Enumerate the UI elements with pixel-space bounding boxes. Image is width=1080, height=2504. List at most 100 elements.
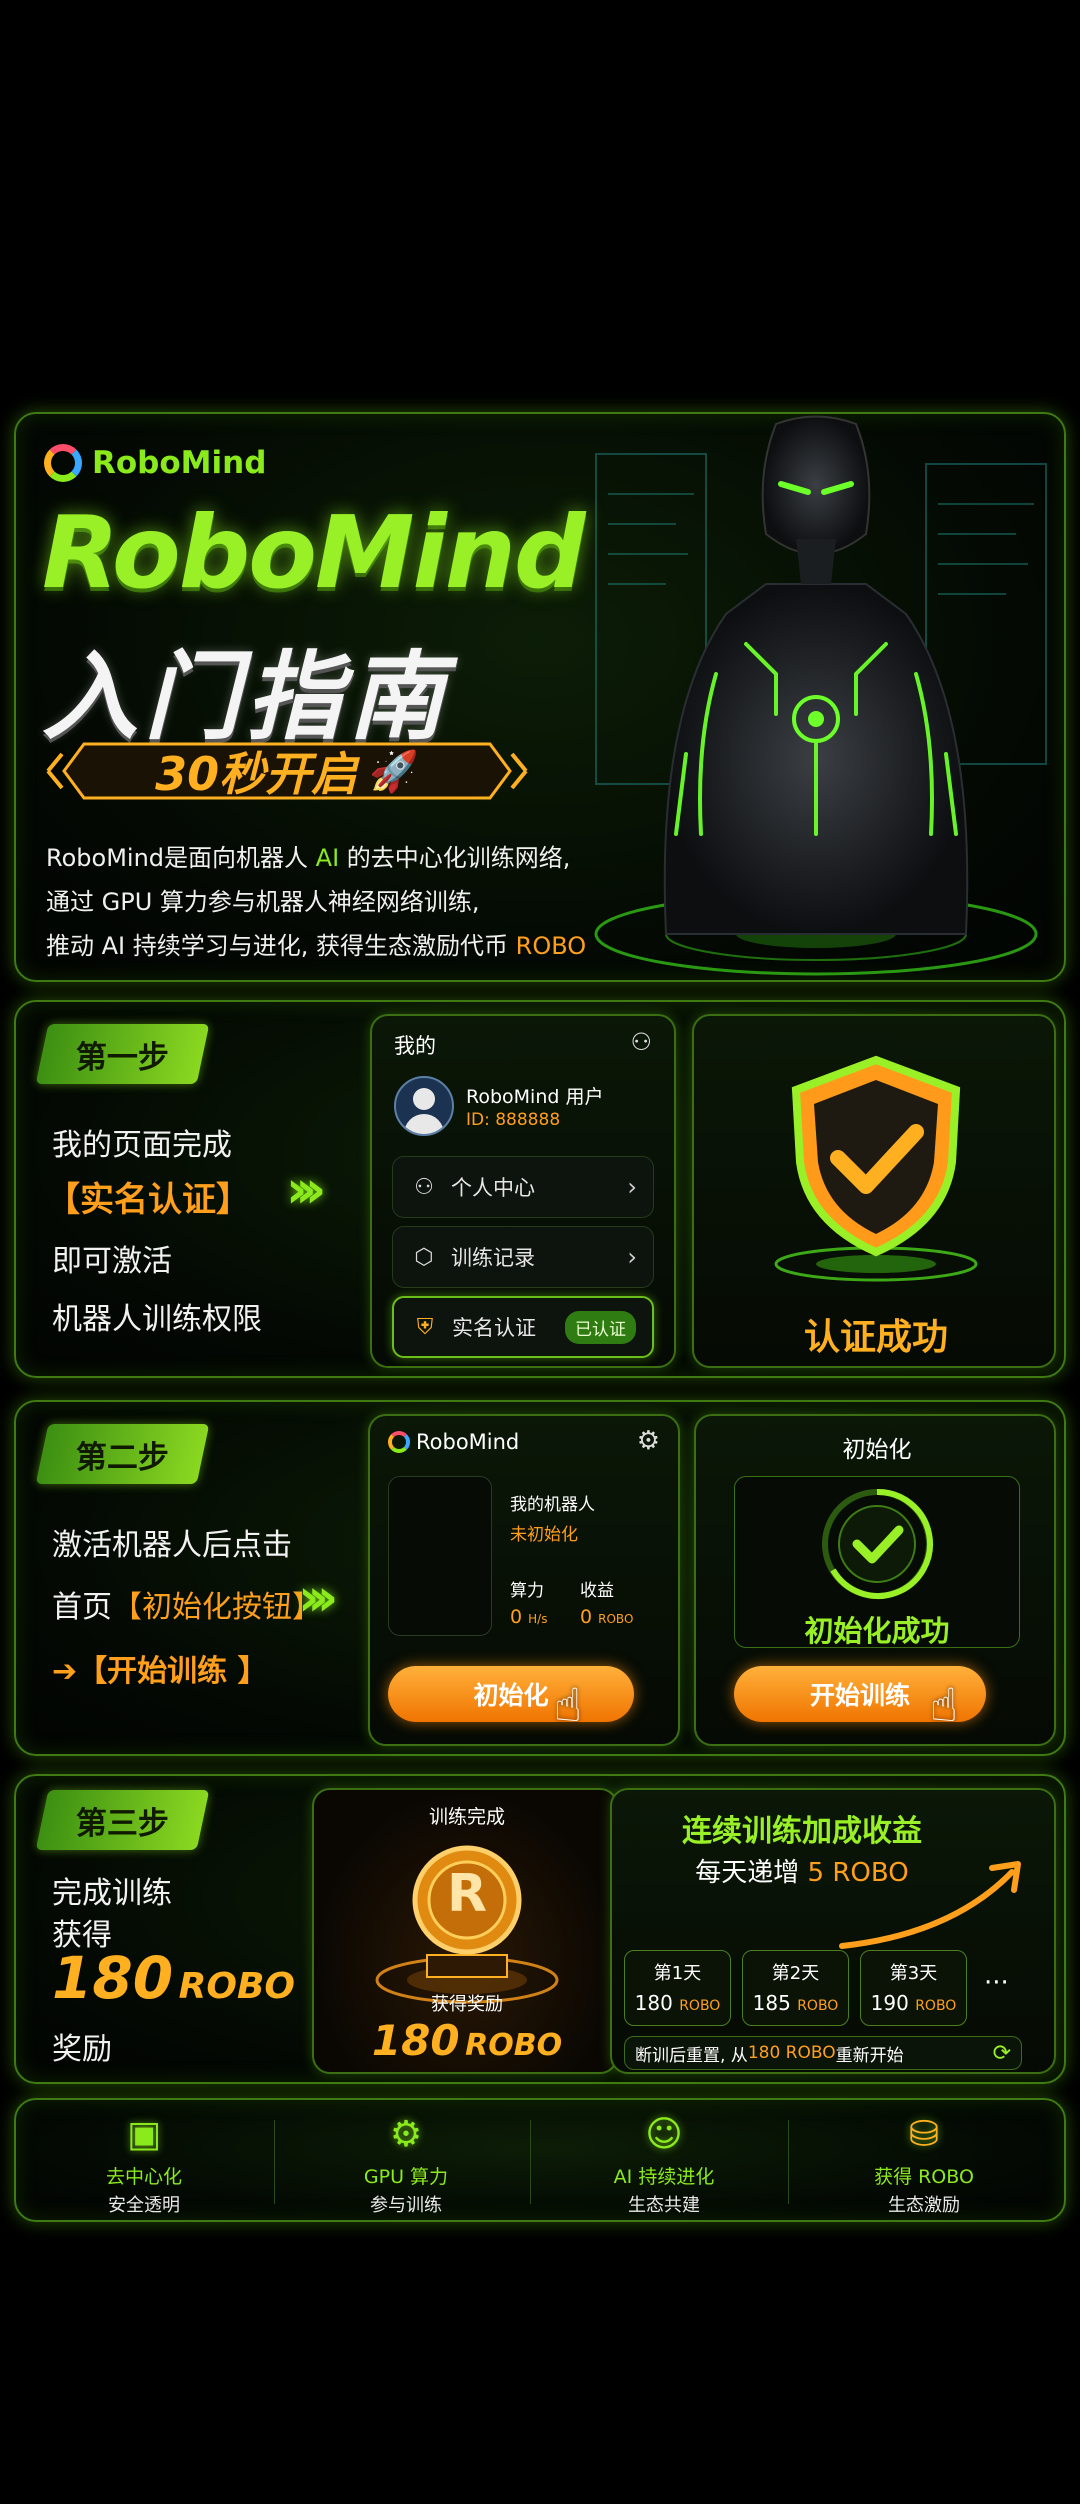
reward-label: 获得奖励 xyxy=(431,1994,503,2015)
day-label: 第1天 xyxy=(653,1963,702,1984)
logo-ring-icon xyxy=(388,1431,410,1453)
step3-tag: 第三步 xyxy=(35,1790,210,1850)
day-card-1: 第1天 180 ROBO xyxy=(624,1950,731,2026)
shield-check-icon: ⛨ xyxy=(416,1314,434,1340)
day-value: 185 ROBO xyxy=(752,1991,839,2015)
feature-title: 去中心化 xyxy=(105,2166,182,2188)
step1-tag: 第一步 xyxy=(35,1024,210,1084)
verify-success-card: 认证成功 xyxy=(692,1014,1056,1368)
hexagon-icon: ⬡ xyxy=(414,1244,434,1270)
robot-illustration xyxy=(594,415,1038,976)
robot-head-icon: ☺ xyxy=(645,2114,683,2155)
robot-status: 未初始化 xyxy=(510,1525,578,1545)
step1-line3: 即可激活 xyxy=(52,1244,172,1279)
feature-robo-reward: ⛁ 获得 ROBO 生态激励 xyxy=(804,2100,1044,2220)
person-icon: ⚇ xyxy=(414,1174,434,1200)
training-done-label: 训练完成 xyxy=(428,1806,505,1828)
streak-bonus-card: 连续训练加成收益 每天递增 5 ROBO 第1天 180 ROBO 第2天 18… xyxy=(610,1788,1056,2074)
menu-records-label: 训练记录 xyxy=(451,1246,535,1270)
step3-line1: 完成训练 xyxy=(52,1876,172,1911)
day-card-2: 第2天 185 ROBO xyxy=(742,1950,849,2026)
robot-preview-box xyxy=(388,1476,492,1636)
arrow-right-icon: ➔ xyxy=(52,1654,78,1689)
day-card-3: 第3天 190 ROBO xyxy=(860,1950,967,2026)
features-bar: ▣ 去中心化 安全透明 ⚙ GPU 算力 参与训练 ☺ AI 持续进化 生态共建… xyxy=(14,2098,1066,2222)
pointer-hand-icon: ☝ xyxy=(930,1678,959,1732)
reward-amount: 180 ROBO xyxy=(371,2016,563,2065)
divider xyxy=(788,2120,789,2204)
username: RoboMind 用户 xyxy=(466,1086,604,1108)
avatar xyxy=(394,1076,454,1136)
day-label: 第3天 xyxy=(889,1963,938,1984)
rocket-icon: 🚀 xyxy=(369,748,419,795)
menu-personal-center[interactable]: ⚇ 个人中心 › xyxy=(392,1156,654,1218)
my-robot-label: 我的机器人 xyxy=(510,1495,595,1515)
reward-card: 训练完成 R 获得奖励 180 ROBO xyxy=(312,1788,618,2074)
power-value: 0 H/s xyxy=(510,1606,548,1628)
step2-chevrons-icon: ››› xyxy=(298,1568,338,1628)
menu-personal-label: 个人中心 xyxy=(451,1176,535,1200)
day-value: 180 ROBO xyxy=(634,1991,721,2015)
day-value: 190 ROBO xyxy=(870,1991,957,2015)
chevron-right-icon: › xyxy=(627,1173,637,1201)
day-label: 第2天 xyxy=(771,1963,820,1984)
feature-sub: 生态共建 xyxy=(628,2195,700,2216)
divider xyxy=(530,2120,531,2204)
desc-line-3: 推动 AI 持续学习与进化, 获得生态激励代币 ROBO xyxy=(46,932,587,960)
settings-gear-icon[interactable]: ⚙ xyxy=(637,1426,660,1456)
app-brand-text: RoboMind xyxy=(416,1430,520,1454)
feature-gpu: ⚙ GPU 算力 参与训练 xyxy=(286,2100,526,2220)
shield-check-icon xyxy=(774,1055,978,1282)
hero-logo: RoboMind xyxy=(44,444,266,482)
initialize-button[interactable]: 初始化 xyxy=(388,1666,634,1722)
chevron-right-icon: › xyxy=(627,1243,637,1271)
desc-line-2: 通过 GPU 算力参与机器人神经网络训练, xyxy=(46,888,480,916)
step2-line3: ➔【开始训练 】 xyxy=(52,1654,268,1689)
step1-line2: 【实名认证】 xyxy=(46,1180,250,1220)
hero-title-en: RoboMind xyxy=(42,494,586,611)
divider xyxy=(274,2120,275,2204)
app-brand: RoboMind xyxy=(388,1430,519,1454)
feature-sub: 参与训练 xyxy=(370,2195,442,2216)
more-days: ··· xyxy=(984,1968,1009,1998)
trend-arrow-icon xyxy=(839,1861,1021,1949)
feature-decentralized: ▣ 去中心化 安全透明 xyxy=(24,2100,264,2220)
desc-line-1: RoboMind是面向机器人 AI 的去中心化训练网络, xyxy=(46,844,571,872)
verified-badge: 已认证 xyxy=(565,1310,636,1344)
earn-label: 收益 xyxy=(580,1581,614,1601)
step1-line1: 我的页面完成 xyxy=(52,1128,232,1163)
check-circle-icon xyxy=(822,1488,934,1599)
feature-title: AI 持续进化 xyxy=(613,2166,715,2188)
step2-tag: 第二步 xyxy=(35,1424,210,1484)
hero-badge: 30秒开启 🚀 xyxy=(44,734,530,808)
chip-r-icon: ▣ xyxy=(126,2114,161,2155)
menu-real-name-verify[interactable]: ⛨ 实名认证 已认证 xyxy=(392,1296,654,1358)
hero-panel: RoboMind RoboMind 入门指南 30秒开启 🚀 RoboMind是… xyxy=(14,412,1066,982)
step3-line4: 奖励 xyxy=(52,2032,112,2067)
gpu-fan-icon: ⚙ xyxy=(389,2114,423,2155)
feature-title: GPU 算力 xyxy=(363,2166,449,2188)
step1-panel: 第一步 我的页面完成 【实名认证】 ››› 即可激活 机器人训练权限 我的 ⚇ … xyxy=(14,1000,1066,1378)
logo-text: RoboMind xyxy=(92,445,267,481)
app-home-card: RoboMind ⚙ 我的机器人 未初始化 算力 收益 0 H/s 0 ROBO… xyxy=(368,1414,680,1746)
earn-value: 0 ROBO xyxy=(580,1606,634,1628)
logo-ring-icon xyxy=(44,444,82,482)
power-label: 算力 xyxy=(510,1581,544,1601)
step3-panel: 第三步 完成训练 获得 180 ROBO 奖励 训练完成 R 获得奖励 180 … xyxy=(14,1774,1066,2084)
coin-stack-icon: ⛁ xyxy=(908,2114,940,2155)
hero-description: RoboMind是面向机器人 AI 的去中心化训练网络, 通过 GPU 算力参与… xyxy=(46,836,586,968)
feature-sub: 安全透明 xyxy=(108,2195,180,2216)
step1-line4: 机器人训练权限 xyxy=(52,1302,262,1337)
verify-success-text: 认证成功 xyxy=(803,1317,948,1358)
feature-title: 获得 ROBO xyxy=(874,2166,974,2188)
profile-title: 我的 xyxy=(394,1034,436,1058)
step1-chevrons-icon: ››› xyxy=(286,1160,326,1220)
step2-line2: 首页【初始化按钮】 xyxy=(52,1590,322,1625)
user-icon[interactable]: ⚇ xyxy=(630,1028,652,1056)
init-success-text: 初始化成功 xyxy=(804,1614,950,1648)
menu-training-records[interactable]: ⬡ 训练记录 › xyxy=(392,1226,654,1288)
bonus-title: 连续训练加成收益 xyxy=(682,1814,922,1849)
step2-line1: 激活机器人后点击 xyxy=(52,1528,292,1563)
init-success-card: 初始化 初始化成功 开始训练 ☝ xyxy=(694,1414,1056,1746)
badge-text: 30秒开启 xyxy=(155,747,358,801)
